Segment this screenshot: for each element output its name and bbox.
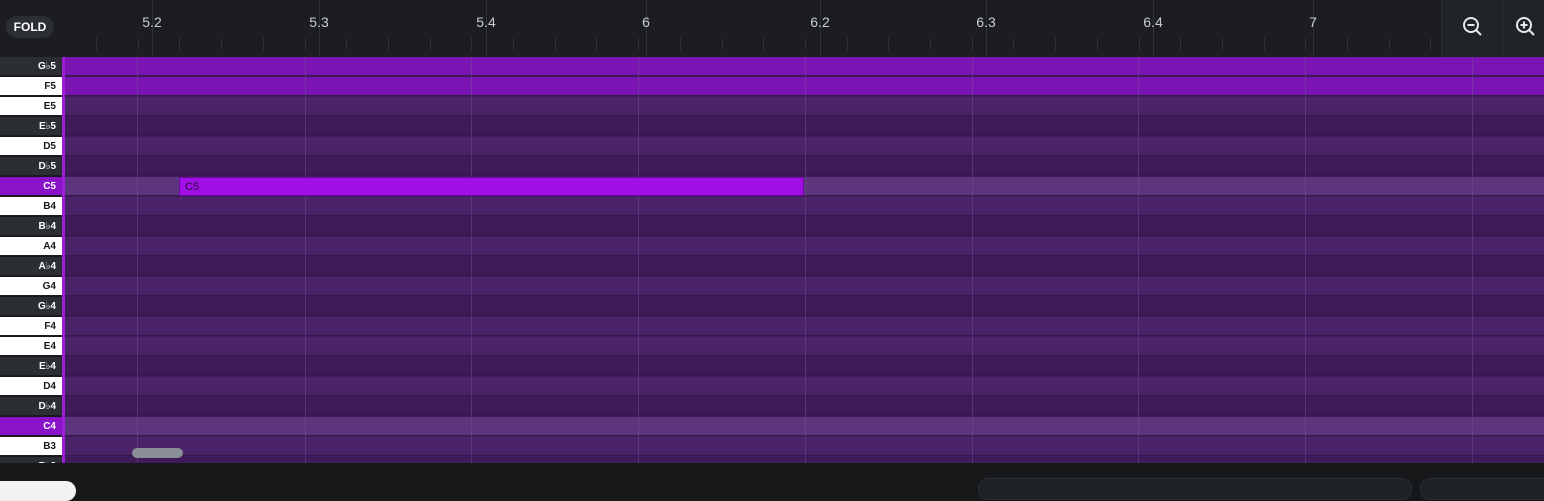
zoom-out-icon xyxy=(1463,17,1482,36)
ruler-tick-label: 5.3 xyxy=(309,14,329,30)
ruler-minor-tick xyxy=(138,38,139,50)
ruler-minor-tick xyxy=(346,38,347,50)
ruler-minor-tick xyxy=(221,38,222,50)
horizontal-scrollbar-thumb[interactable] xyxy=(132,448,183,458)
piano-key[interactable]: C4 xyxy=(0,417,62,436)
grid-beat-line xyxy=(638,57,639,463)
piano-key[interactable]: A♭4 xyxy=(0,257,62,276)
ruler-minor-tick xyxy=(1013,38,1014,50)
ruler-minor-tick xyxy=(513,38,514,50)
piano-key[interactable]: B4 xyxy=(0,197,62,216)
grid-beat-line xyxy=(137,57,138,463)
ruler-tick-label: 5.2 xyxy=(142,14,162,30)
ruler-minor-tick xyxy=(1347,38,1348,50)
grid-beat-line xyxy=(1472,57,1473,463)
piano-key[interactable]: C5 xyxy=(0,177,62,196)
ruler-minor-tick xyxy=(722,38,723,50)
zoom-in-button[interactable] xyxy=(1502,0,1544,57)
ruler-minor-tick xyxy=(1139,38,1140,50)
piano-key[interactable]: F5 xyxy=(0,77,62,96)
ruler-minor-tick xyxy=(388,38,389,50)
grid-beat-line xyxy=(305,57,306,463)
ruler-tick-label: 6.4 xyxy=(1143,14,1163,30)
ruler-minor-tick xyxy=(1222,38,1223,50)
ruler-minor-tick xyxy=(1264,38,1265,50)
piano-key[interactable]: B3 xyxy=(0,437,62,456)
piano-key[interactable]: A4 xyxy=(0,237,62,256)
zoom-out-button[interactable] xyxy=(1441,0,1502,57)
bottom-right-control[interactable] xyxy=(1420,478,1544,500)
ruler-minor-tick xyxy=(1055,38,1056,50)
piano-key[interactable]: E♭5 xyxy=(0,117,62,136)
ruler-track[interactable]: 5.2 5.3 5.4 6 6.2 6.3 6.4 7 xyxy=(64,0,1440,57)
ruler-minor-tick xyxy=(1430,38,1431,50)
ruler-minor-tick xyxy=(263,38,264,50)
grid-beat-line xyxy=(1138,57,1139,463)
ruler-minor-tick xyxy=(96,38,97,50)
piano-key[interactable]: E5 xyxy=(0,97,62,116)
note-block[interactable]: C5 xyxy=(179,177,804,196)
piano-key[interactable]: E4 xyxy=(0,337,62,356)
ruler-tick-label: 6 xyxy=(642,14,650,30)
ruler-minor-tick xyxy=(930,38,931,50)
note-grid[interactable]: C5 xyxy=(65,57,1544,463)
ruler-tick-label: 6.2 xyxy=(810,14,830,30)
ruler-tick-label: 5.4 xyxy=(476,14,496,30)
piano-key[interactable]: D4 xyxy=(0,377,62,396)
piano-key[interactable]: F4 xyxy=(0,317,62,336)
ruler-minor-tick xyxy=(596,38,597,50)
piano-key[interactable]: D5 xyxy=(0,137,62,156)
ruler-minor-tick xyxy=(1097,38,1098,50)
piano-key[interactable]: G♭4 xyxy=(0,297,62,316)
piano-key[interactable]: B♭4 xyxy=(0,217,62,236)
piano-key[interactable]: G♭5 xyxy=(0,57,62,76)
timeline-ruler[interactable]: FOLD 5.2 5.3 5.4 6 6.2 6.3 6.4 7 xyxy=(0,0,1544,58)
ruler-minor-tick xyxy=(1180,38,1181,50)
ruler-minor-tick xyxy=(763,38,764,50)
grid-beat-line xyxy=(972,57,973,463)
ruler-minor-tick xyxy=(1305,38,1306,50)
ruler-minor-tick xyxy=(305,38,306,50)
grid-beat-line xyxy=(805,57,806,463)
ruler-minor-tick xyxy=(430,38,431,50)
bottom-left-control[interactable] xyxy=(0,481,76,501)
ruler-minor-tick xyxy=(972,38,973,50)
zoom-in-icon xyxy=(1516,17,1535,36)
piano-roll-editor: FOLD 5.2 5.3 5.4 6 6.2 6.3 6.4 7 G♭5 F5 E5 E♭5 D5 D♭… xyxy=(0,0,1544,501)
piano-key[interactable]: D♭4 xyxy=(0,397,62,416)
piano-key[interactable]: D♭5 xyxy=(0,157,62,176)
ruler-minor-tick xyxy=(555,38,556,50)
ruler-minor-tick xyxy=(179,38,180,50)
grid-beat-line xyxy=(1305,57,1306,463)
piano-key[interactable]: E♭4 xyxy=(0,357,62,376)
ruler-minor-tick xyxy=(1389,38,1390,50)
ruler-tick-label: 6.3 xyxy=(976,14,996,30)
ruler-minor-tick xyxy=(888,38,889,50)
grid-beat-line xyxy=(471,57,472,463)
ruler-minor-tick xyxy=(638,38,639,50)
piano-keyboard: G♭5 F5 E5 E♭5 D5 D♭5 C5 B4 B♭4 A4 A♭4 G4 G♭4 F4 E4 E♭4 D… xyxy=(0,57,62,463)
ruler-minor-tick xyxy=(805,38,806,50)
ruler-minor-tick xyxy=(680,38,681,50)
piano-key[interactable]: G4 xyxy=(0,277,62,296)
ruler-tick-label: 7 xyxy=(1309,14,1317,30)
bottom-middle-control[interactable] xyxy=(978,478,1412,500)
fold-button[interactable]: FOLD xyxy=(6,16,54,38)
ruler-minor-tick xyxy=(471,38,472,50)
ruler-minor-tick xyxy=(847,38,848,50)
